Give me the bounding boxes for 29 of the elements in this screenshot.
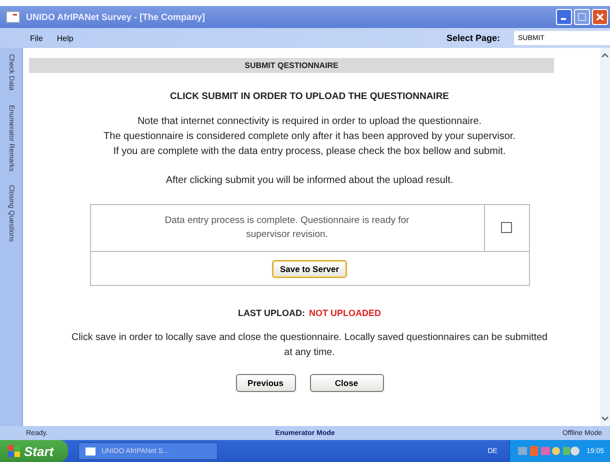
windows-flag-icon xyxy=(8,445,20,457)
maximize-button[interactable] xyxy=(574,9,590,25)
section-header: SUBMIT QESTIONNAIRE xyxy=(29,58,554,73)
instruction-text: If you are complete with the data entry process, please check the box bellow and submit. xyxy=(113,145,506,159)
close-button[interactable] xyxy=(592,9,608,25)
maximize-icon xyxy=(578,13,586,21)
app-icon xyxy=(84,446,96,456)
close-icon xyxy=(596,13,604,21)
save-to-server-button[interactable]: Save to Server xyxy=(272,260,348,278)
select-page-label: Select Page: xyxy=(446,33,500,43)
menu-item[interactable]: File xyxy=(30,34,43,42)
last-upload-status: NOT UPLOADED xyxy=(309,308,381,318)
scroll-up-icon[interactable] xyxy=(601,52,609,58)
menu-item[interactable]: Help xyxy=(56,34,74,42)
nav-button[interactable]: Previous xyxy=(236,374,296,392)
last-upload-label: LAST UPLOAD: xyxy=(238,308,305,318)
instruction-text: The questionnaire is considered complete only after it has been approved by your supervisor. xyxy=(104,130,516,144)
tray-icons-drawing[interactable] xyxy=(518,445,580,457)
checkbox[interactable] xyxy=(501,222,512,234)
instruction-text: Note that internet connectivity is required in order to upload the questionnaire. xyxy=(137,115,482,129)
window-title: UNIDO AfrIPANet Survey - [The Company] xyxy=(26,12,206,22)
scroll-down-icon[interactable] xyxy=(601,416,609,422)
instruction-text: After clicking submit you will be informed about the upload result. xyxy=(166,174,454,188)
save-info-text: Click save in order to locally save and close the questionnaire. Locally saved questionnaires can be submitted at any time. xyxy=(70,331,548,360)
minimize-button[interactable] xyxy=(556,9,572,25)
app-icon xyxy=(6,11,20,23)
confirmation-text: Data entry process is complete. Questionnaire is ready for supervisor revision. xyxy=(90,204,484,252)
nav-button[interactable]: Close xyxy=(310,374,384,392)
heading: CLICK SUBMIT IN ORDER TO UPLOAD THE QUESTIONNAIRE xyxy=(170,91,450,102)
